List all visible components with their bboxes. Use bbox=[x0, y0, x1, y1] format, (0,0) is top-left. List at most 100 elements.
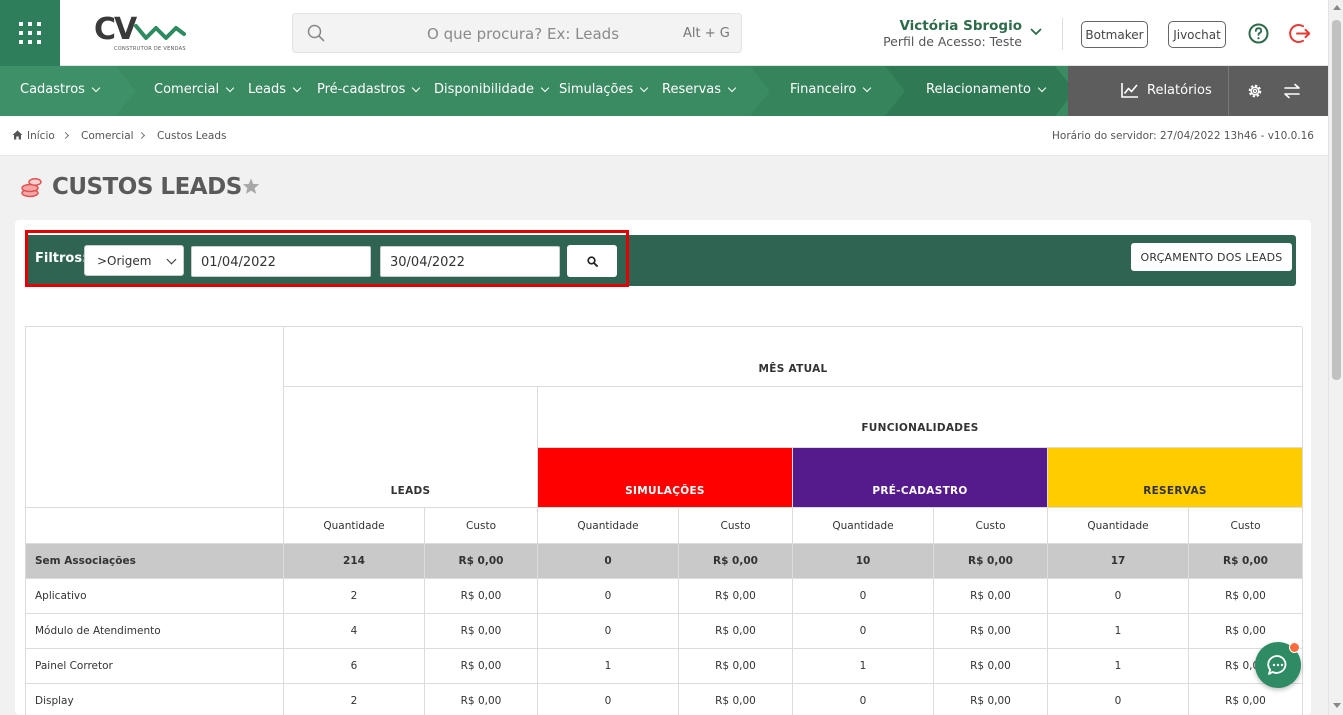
table-cell-quantity: 0 bbox=[538, 544, 679, 579]
table-cell-quantity: 6 bbox=[284, 649, 425, 684]
table-cell-quantity: 1 bbox=[1048, 649, 1189, 684]
group-header-pre-cadastro: PRÉ-CADASTRO bbox=[793, 448, 1048, 508]
table-cell-quantity: 10 bbox=[793, 544, 934, 579]
breadcrumb: Início Comercial Custos Leads Horário do… bbox=[0, 116, 1328, 156]
subheader-cost: Custo bbox=[425, 508, 538, 544]
row-origin-name: Sem Associações bbox=[26, 544, 284, 579]
group-header-reservas: RESERVAS bbox=[1048, 448, 1303, 508]
row-origin-name: Display bbox=[26, 684, 284, 715]
table-cell-quantity: 0 bbox=[793, 614, 934, 649]
chevron-down-icon bbox=[639, 83, 649, 92]
gear-icon[interactable] bbox=[1246, 82, 1264, 100]
nav-label: Comercial bbox=[154, 82, 220, 97]
table-cell-cost: R$ 0,00 bbox=[934, 614, 1048, 649]
filter-highlight-outline bbox=[25, 230, 629, 287]
nav-pre-cadastros[interactable]: Pré-cadastros bbox=[317, 82, 421, 97]
nav-simulacoes[interactable]: Simulações bbox=[559, 82, 649, 97]
logo[interactable]: CV CONSTRUTOR DE VENDAS bbox=[94, 12, 186, 54]
chevron-down-icon bbox=[540, 83, 550, 92]
nav-leads[interactable]: Leads bbox=[248, 82, 302, 97]
chevron-right-icon bbox=[137, 131, 146, 140]
botmaker-button[interactable]: Botmaker bbox=[1081, 21, 1148, 48]
page-scrollbar[interactable] bbox=[1328, 0, 1343, 715]
subheader-quantity: Quantidade bbox=[284, 508, 425, 544]
apps-grid-icon[interactable] bbox=[0, 0, 60, 66]
table-cell-cost: R$ 0,00 bbox=[679, 614, 793, 649]
table-cell-cost: R$ 0,00 bbox=[934, 649, 1048, 684]
nav-label: Pré-cadastros bbox=[317, 82, 406, 97]
nav-label: Reservas bbox=[662, 82, 721, 97]
table-cell-quantity: 4 bbox=[284, 614, 425, 649]
table-cell-quantity: 2 bbox=[284, 579, 425, 614]
logo-subtitle: CONSTRUTOR DE VENDAS bbox=[114, 46, 186, 52]
table-corner bbox=[26, 327, 284, 508]
home-icon bbox=[12, 130, 23, 140]
global-search[interactable]: O que procura? Ex: Leads Alt + G bbox=[292, 13, 742, 53]
chevron-down-icon bbox=[292, 83, 302, 92]
features-header: FUNCIONALIDADES bbox=[538, 387, 1303, 448]
table-cell-cost: R$ 0,00 bbox=[425, 649, 538, 684]
leads-budget-button[interactable]: ORÇAMENTO DOS LEADS bbox=[1131, 243, 1292, 271]
nav-comercial[interactable]: Comercial bbox=[154, 82, 235, 97]
month-header: MÊS ATUAL bbox=[284, 327, 1303, 387]
table-cell-cost: R$ 0,00 bbox=[679, 579, 793, 614]
chart-line-icon bbox=[1121, 83, 1138, 98]
nav-cadastros[interactable]: Cadastros bbox=[20, 82, 101, 97]
table-cell-quantity: 0 bbox=[1048, 684, 1189, 715]
table-cell-cost: R$ 0,00 bbox=[1189, 579, 1303, 614]
scroll-down-arrow-icon[interactable] bbox=[1333, 703, 1341, 708]
help-icon[interactable] bbox=[1248, 23, 1269, 44]
table-cell-quantity: 17 bbox=[1048, 544, 1189, 579]
table-cell-cost: R$ 0,00 bbox=[425, 544, 538, 579]
chevron-down-icon[interactable] bbox=[1030, 28, 1042, 36]
table-cell-quantity: 214 bbox=[284, 544, 425, 579]
subheader-quantity: Quantidade bbox=[1048, 508, 1189, 544]
chevron-down-icon bbox=[412, 83, 421, 92]
nav-label: Relatórios bbox=[1147, 82, 1212, 98]
subheader-cost: Custo bbox=[679, 508, 793, 544]
nav-relatorios[interactable]: Relatórios bbox=[1121, 82, 1212, 98]
table-cell-cost: R$ 0,00 bbox=[679, 684, 793, 715]
table-cell-cost: R$ 0,00 bbox=[1189, 544, 1303, 579]
swap-arrows-icon[interactable] bbox=[1283, 83, 1301, 99]
notification-dot bbox=[1289, 642, 1300, 653]
nav-financeiro[interactable]: Financeiro bbox=[790, 82, 872, 97]
scrollbar-thumb[interactable] bbox=[1332, 20, 1341, 380]
subheader-quantity: Quantidade bbox=[793, 508, 934, 544]
star-icon[interactable] bbox=[242, 178, 260, 195]
subheader-cost: Custo bbox=[1189, 508, 1303, 544]
top-header: CV CONSTRUTOR DE VENDAS O que procura? E… bbox=[0, 0, 1328, 66]
search-placeholder: O que procura? Ex: Leads bbox=[427, 25, 620, 43]
user-profile: Perfil de Acesso: Teste bbox=[883, 34, 1022, 49]
row-origin-name: Módulo de Atendimento bbox=[26, 614, 284, 649]
nav-label: Cadastros bbox=[20, 82, 85, 97]
server-time: Horário do servidor: 27/04/2022 13h46 - … bbox=[1052, 130, 1314, 142]
table-cell-quantity: 0 bbox=[793, 684, 934, 715]
breadcrumb-home[interactable]: Início bbox=[27, 130, 55, 142]
nav-label: Leads bbox=[248, 82, 287, 97]
breadcrumb-comercial[interactable]: Comercial bbox=[81, 130, 134, 142]
divider bbox=[1062, 18, 1063, 50]
scroll-up-arrow-icon[interactable] bbox=[1333, 5, 1341, 10]
nav-label: Disponibilidade bbox=[434, 82, 535, 97]
table-cell-quantity: 0 bbox=[1048, 579, 1189, 614]
search-shortcut: Alt + G bbox=[683, 26, 730, 41]
table-cell-cost: R$ 0,00 bbox=[934, 579, 1048, 614]
divider bbox=[1228, 66, 1229, 116]
logout-icon[interactable] bbox=[1289, 22, 1312, 45]
group-header-leads: LEADS bbox=[284, 387, 538, 508]
logo-wave-icon bbox=[134, 24, 186, 40]
table-cell-cost: R$ 0,00 bbox=[425, 684, 538, 715]
table-cell-quantity: 0 bbox=[793, 579, 934, 614]
user-name[interactable]: Victória Sbrogio bbox=[899, 18, 1022, 34]
nav-label: Simulações bbox=[559, 82, 634, 97]
chevron-down-icon bbox=[225, 83, 235, 92]
chevron-down-icon bbox=[727, 83, 737, 92]
nav-reservas[interactable]: Reservas bbox=[662, 82, 737, 97]
nav-disponibilidade[interactable]: Disponibilidade bbox=[434, 82, 550, 97]
table-cell-cost: R$ 0,00 bbox=[934, 544, 1048, 579]
jivochat-button[interactable]: Jivochat bbox=[1168, 21, 1226, 48]
nav-relacionamento[interactable]: Relacionamento bbox=[926, 82, 1047, 97]
page-title: CUSTOS LEADS bbox=[52, 174, 242, 200]
breadcrumb-current: Custos Leads bbox=[157, 130, 227, 142]
